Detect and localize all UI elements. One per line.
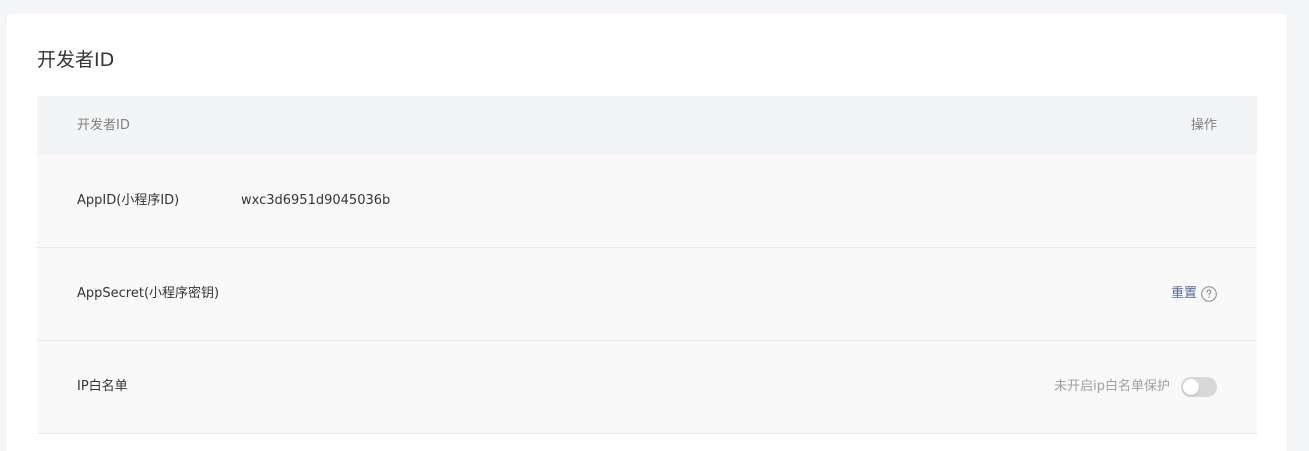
appsecret-label: AppSecret(小程序密钥) <box>77 286 220 301</box>
developer-id-table: 开发者ID 操作 AppID(小程序ID) wxc3d6951d9045036b… <box>37 96 1257 434</box>
table-row-appid: AppID(小程序ID) wxc3d6951d9045036b <box>37 155 1257 248</box>
ip-whitelist-toggle[interactable] <box>1181 377 1217 397</box>
header-developer-id: 开发者ID <box>77 118 130 133</box>
ip-whitelist-label: IP白名单 <box>77 379 128 394</box>
table-row-ip-whitelist: IP白名单 未开启ip白名单保护 <box>37 341 1257 434</box>
ip-whitelist-actions: 未开启ip白名单保护 <box>1054 377 1217 397</box>
reset-secret-link[interactable]: 重置 <box>1171 284 1197 304</box>
ip-whitelist-status: 未开启ip白名单保护 <box>1054 379 1170 394</box>
header-actions: 操作 <box>1190 118 1217 133</box>
card-title: 开发者ID <box>37 49 115 71</box>
toggle-knob <box>1183 379 1199 395</box>
help-circle-icon[interactable] <box>1201 286 1217 302</box>
table-header: 开发者ID 操作 <box>37 96 1257 155</box>
developer-id-card: 开发者ID 开发者ID 操作 AppID(小程序ID) wxc3d6951d90… <box>7 14 1287 451</box>
appid-value: wxc3d6951d9045036b <box>241 193 391 208</box>
appid-label: AppID(小程序ID) <box>77 193 180 208</box>
table-row-appsecret: AppSecret(小程序密钥) 重置 <box>37 248 1257 341</box>
appsecret-actions: 重置 <box>1171 284 1217 304</box>
